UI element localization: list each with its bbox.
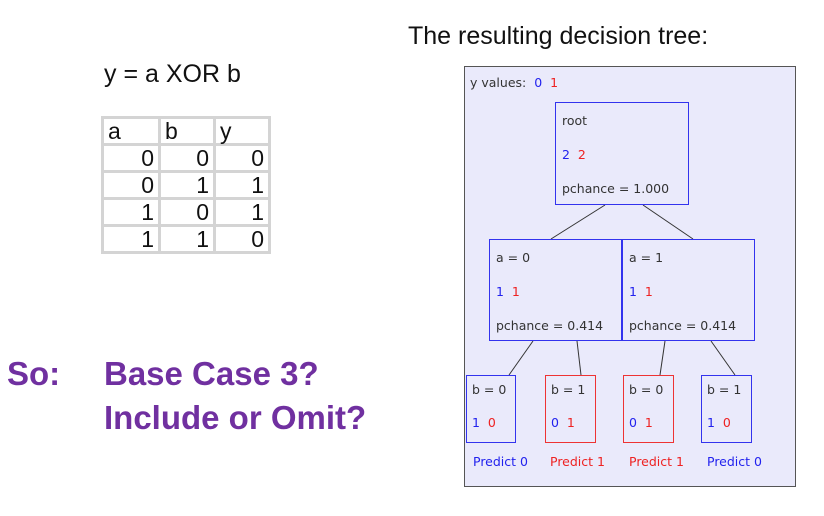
- header-y: y: [213, 116, 271, 146]
- table-cell: 1: [158, 224, 216, 254]
- count-0: 0: [551, 415, 559, 430]
- leaf-prediction-3: Predict 0: [707, 454, 762, 469]
- leaf-counts: 1 0: [472, 415, 496, 430]
- count-1: 1: [644, 415, 653, 430]
- leaf-counts: 0 1: [551, 415, 575, 430]
- count-1: 1: [511, 284, 520, 299]
- table-cell: 0: [158, 197, 216, 227]
- table-cell: 1: [101, 224, 161, 254]
- table-cell: 1: [213, 197, 271, 227]
- node-pchance: pchance = 0.414: [629, 318, 737, 333]
- tree-node-root: root 2 2 pchance = 1.000: [555, 102, 689, 205]
- y-value-1: 1: [550, 75, 559, 90]
- tree-leaf-3: b = 1 1 0: [701, 375, 752, 443]
- table-cell: 0: [158, 143, 216, 173]
- count-0: 1: [496, 284, 504, 299]
- edge-a1-leaf3: [710, 340, 736, 376]
- count-1: 0: [487, 415, 496, 430]
- node-pchance: pchance = 1.000: [562, 181, 670, 196]
- count-1: 2: [577, 147, 586, 162]
- node-label: root: [562, 113, 588, 128]
- y-value-0: 0: [534, 75, 543, 90]
- edge-a1-leaf2: [659, 340, 666, 376]
- leaf-label: b = 0: [472, 382, 507, 397]
- edge-root-a0: [550, 204, 606, 240]
- so-label: So:: [7, 355, 61, 392]
- table-row: 1 1 0: [101, 224, 271, 254]
- tree-node-a0: a = 0 1 1 pchance = 0.414: [489, 239, 622, 341]
- leaf-label: b = 0: [629, 382, 664, 397]
- table-cell: 1: [213, 170, 271, 200]
- y-values-label: y values:: [470, 75, 527, 90]
- node-label: a = 1: [629, 250, 664, 265]
- leaf-prediction-2: Predict 1: [629, 454, 684, 469]
- count-0: 2: [562, 147, 570, 162]
- xor-equation: y = a XOR b: [104, 60, 241, 88]
- edge-root-a1: [642, 204, 694, 240]
- tree-leaf-0: b = 0 1 0: [466, 375, 516, 443]
- count-0: 0: [629, 415, 637, 430]
- tree-title: The resulting decision tree:: [408, 22, 709, 50]
- y-values-legend: y values: 0 1: [470, 75, 558, 90]
- leaf-counts: 1 0: [707, 415, 731, 430]
- table-cell: 1: [158, 170, 216, 200]
- table-cell: 0: [101, 170, 161, 200]
- table-row: 1 0 1: [101, 197, 271, 227]
- node-label: a = 0: [496, 250, 531, 265]
- edge-a0-leaf1: [576, 340, 582, 376]
- truth-table: a b y 0 0 0 0 1 1 1 0 1 1 1 0: [101, 116, 271, 254]
- count-0: 1: [629, 284, 637, 299]
- header-b: b: [158, 116, 216, 146]
- leaf-prediction-1: Predict 1: [550, 454, 605, 469]
- question-line-2: Include or Omit?: [104, 399, 367, 436]
- table-row: 0 0 0: [101, 143, 271, 173]
- leaf-counts: 0 1: [629, 415, 653, 430]
- node-counts: 2 2: [562, 147, 586, 162]
- table-cell: 0: [213, 143, 271, 173]
- edge-a0-leaf0: [508, 340, 534, 376]
- table-header-row: a b y: [101, 116, 271, 146]
- count-1: 1: [644, 284, 653, 299]
- node-counts: 1 1: [496, 284, 520, 299]
- count-1: 0: [722, 415, 731, 430]
- count-1: 1: [566, 415, 575, 430]
- table-cell: 0: [213, 224, 271, 254]
- table-cell: 1: [101, 197, 161, 227]
- decision-tree-panel: y values: 0 1 root 2 2 pchance = 1.000 a…: [464, 66, 796, 487]
- table-row: 0 1 1: [101, 170, 271, 200]
- header-a: a: [101, 116, 161, 146]
- node-pchance: pchance = 0.414: [496, 318, 604, 333]
- leaf-label: b = 1: [707, 382, 742, 397]
- leaf-label: b = 1: [551, 382, 586, 397]
- leaf-prediction-0: Predict 0: [473, 454, 528, 469]
- node-counts: 1 1: [629, 284, 653, 299]
- tree-leaf-2: b = 0 0 1: [623, 375, 674, 443]
- count-0: 1: [472, 415, 480, 430]
- count-0: 1: [707, 415, 715, 430]
- tree-leaf-1: b = 1 0 1: [545, 375, 596, 443]
- tree-node-a1: a = 1 1 1 pchance = 0.414: [622, 239, 755, 341]
- question-line-1: Base Case 3?: [104, 355, 319, 392]
- table-cell: 0: [101, 143, 161, 173]
